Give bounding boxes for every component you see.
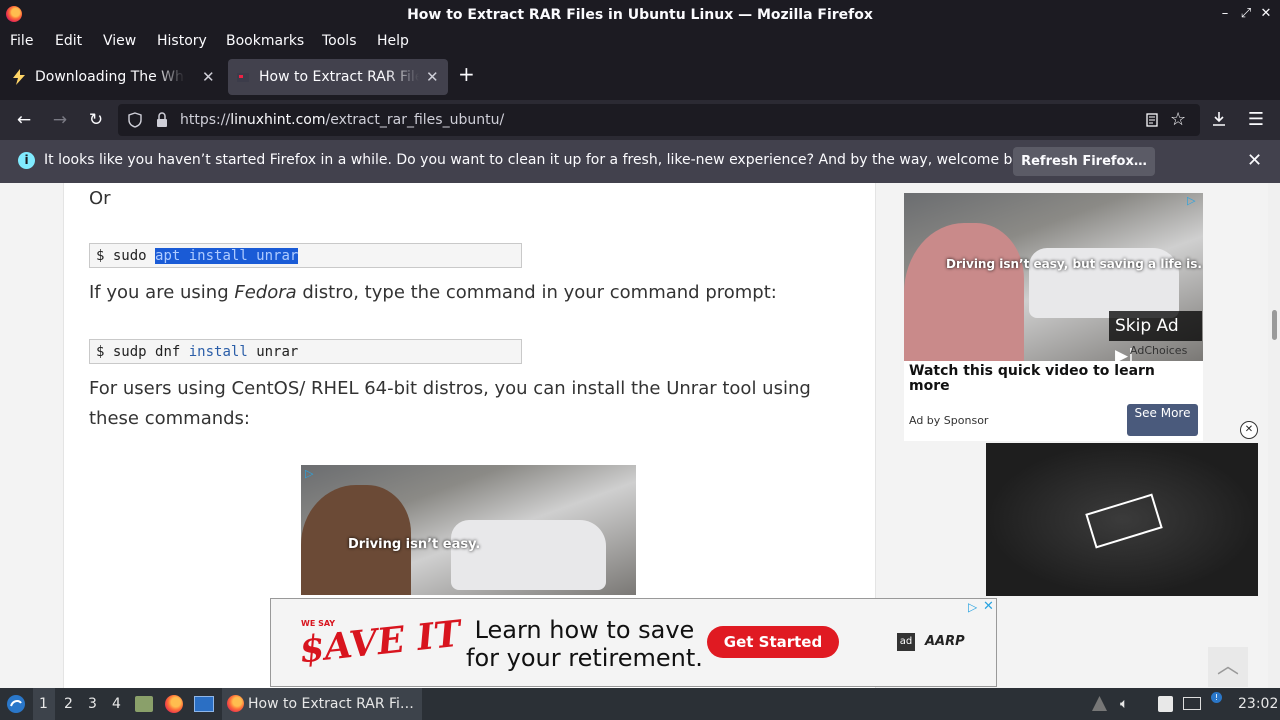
downloads-icon[interactable] xyxy=(1211,111,1227,127)
start-menu-icon[interactable] xyxy=(6,694,26,714)
adchoices-icon[interactable]: ▷ xyxy=(1187,194,1195,207)
centos-paragraph: For users using CentOS/ RHEL 64-bit dist… xyxy=(89,378,811,429)
car-image xyxy=(451,520,606,590)
scroll-to-top-button[interactable]: ︿ xyxy=(1208,647,1248,687)
url-bar[interactable]: https://linuxhint.com/extract_rar_files_… xyxy=(118,104,1200,136)
code-block-apt[interactable]: $ sudo apt install unrar xyxy=(89,243,522,268)
menu-edit[interactable]: Edit xyxy=(55,33,82,49)
code-keyword: install xyxy=(188,344,248,360)
tab-extract-rar[interactable]: How to Extract RAR Files in Ubuntu Linux… xyxy=(228,59,448,95)
workspace-4[interactable]: 4 xyxy=(112,696,121,712)
notification-tray-icon[interactable]: ! xyxy=(1211,692,1222,703)
sidebar-ad[interactable]: Driving isn’t easy, but saving a life is… xyxy=(904,193,1203,441)
menu-file[interactable]: File xyxy=(10,33,33,49)
close-window-button[interactable]: ✕ xyxy=(1257,5,1275,23)
url-text[interactable]: https://linuxhint.com/extract_rar_files_… xyxy=(180,112,504,128)
taskbar-firefox-window[interactable]: How to Extract RAR Fi… xyxy=(222,688,422,720)
workspace-2[interactable]: 2 xyxy=(64,696,73,712)
person-image xyxy=(904,223,1024,361)
code-command: sudp dnf xyxy=(112,344,181,360)
favicon-icon xyxy=(237,73,249,82)
tab-label: How to Extract RAR Files in Ubuntu Linux xyxy=(259,69,419,85)
floating-video-player[interactable] xyxy=(986,443,1258,596)
window-titlebar: How to Extract RAR Files in Ubuntu Linux… xyxy=(0,0,1280,29)
close-notification-icon[interactable]: ✕ xyxy=(1247,150,1262,171)
refresh-firefox-button[interactable]: Refresh Firefox… xyxy=(1013,147,1155,176)
close-ad-icon[interactable]: ✕ xyxy=(983,599,994,614)
lightning-icon xyxy=(13,69,25,85)
info-icon: i xyxy=(18,152,35,169)
menu-view[interactable]: View xyxy=(103,33,136,49)
clock[interactable]: 23:02 xyxy=(1238,696,1278,712)
taskbar-window-label: How to Extract RAR Fi… xyxy=(248,696,414,712)
network-tray-icon[interactable] xyxy=(1092,696,1107,711)
file-manager-icon[interactable] xyxy=(135,696,153,712)
adchoices-label[interactable]: AdChoices xyxy=(1130,344,1187,357)
tab-label: Downloading The White House xyxy=(35,69,185,85)
menu-history[interactable]: History xyxy=(157,33,207,49)
maximize-button[interactable]: ⤢ xyxy=(1237,5,1255,23)
aarp-logo: AARP xyxy=(925,634,965,649)
code-prompt: $ xyxy=(96,248,105,264)
minimize-button[interactable]: – xyxy=(1216,5,1234,23)
get-started-button[interactable]: Get Started xyxy=(707,626,839,658)
selected-code-text: apt install unrar xyxy=(155,248,299,264)
adchoices-icon[interactable]: ▷ xyxy=(305,467,313,480)
notification-message: It looks like you haven’t started Firefo… xyxy=(44,152,1043,168)
tab-close-icon[interactable]: ✕ xyxy=(426,68,439,86)
lock-icon[interactable] xyxy=(156,112,168,128)
close-video-icon[interactable]: ✕ xyxy=(1240,421,1258,439)
firefox-icon xyxy=(227,695,244,712)
display-icon[interactable] xyxy=(1183,697,1201,710)
code-argument: unrar xyxy=(256,344,299,360)
new-tab-button[interactable]: + xyxy=(458,62,475,86)
inline-ad-caption: Driving isn’t easy. xyxy=(348,537,481,552)
banner-headline: Learn how to save for your retirement. xyxy=(466,616,703,672)
code-block-dnf[interactable]: $ sudp dnf install unrar xyxy=(89,339,522,364)
menu-bookmarks[interactable]: Bookmarks xyxy=(226,33,304,49)
ad-mark-icon: ad xyxy=(897,633,915,651)
menu-tools[interactable]: Tools xyxy=(322,33,357,49)
volume-icon[interactable]: 🔈︎ xyxy=(1120,696,1128,712)
video-placeholder-icon xyxy=(1085,493,1163,549)
ad-byline: Ad by Sponsor xyxy=(909,414,989,427)
forward-icon[interactable]: → xyxy=(49,109,71,131)
tab-downloading[interactable]: Downloading The White House ✕ xyxy=(4,59,222,95)
code-command: sudo xyxy=(112,248,147,264)
navigation-toolbar: ← → ↻ https://linuxhint.com/extract_rar_… xyxy=(0,100,1280,140)
workspace-1[interactable]: 1 xyxy=(39,696,48,712)
hamburger-menu-icon[interactable]: ☰ xyxy=(1245,109,1267,131)
fedora-paragraph: If you are using Fedora distro, type the… xyxy=(89,282,777,303)
menu-help[interactable]: Help xyxy=(377,33,409,49)
page-scrollbar[interactable] xyxy=(1268,183,1280,688)
skip-ad-button[interactable]: Skip Ad ▶| xyxy=(1109,311,1202,366)
tab-strip: Downloading The White House ✕ How to Ext… xyxy=(0,54,1280,100)
inline-video-ad[interactable]: Driving isn’t easy. ▷ xyxy=(301,465,636,595)
ad-headline[interactable]: Watch this quick video to learn more xyxy=(909,364,1169,394)
clipboard-icon[interactable] xyxy=(1158,696,1173,712)
shield-icon[interactable] xyxy=(128,112,142,128)
bookmark-star-icon[interactable]: ☆ xyxy=(1170,109,1186,130)
adchoices-icon[interactable]: ▷ xyxy=(968,600,977,614)
or-text: Or xyxy=(89,188,111,209)
bottom-banner-ad[interactable]: WE SAY $AVE IT Learn how to save for you… xyxy=(270,598,997,687)
workspace-3[interactable]: 3 xyxy=(88,696,97,712)
reader-view-icon[interactable] xyxy=(1145,113,1159,127)
desktop-icon[interactable] xyxy=(194,696,214,712)
back-icon[interactable]: ← xyxy=(13,109,35,131)
see-more-button[interactable]: See More xyxy=(1127,404,1198,436)
menubar: File Edit View History Bookmarks Tools H… xyxy=(0,29,1280,54)
reload-icon[interactable]: ↻ xyxy=(85,109,107,131)
window-title: How to Extract RAR Files in Ubuntu Linux… xyxy=(407,7,873,23)
tab-close-icon[interactable]: ✕ xyxy=(202,68,215,86)
code-prompt: $ xyxy=(96,344,105,360)
taskbar: 1 2 3 4 How to Extract RAR Fi… 🔈︎ ! 23:0… xyxy=(0,688,1280,720)
notification-bar: i It looks like you haven’t started Fire… xyxy=(0,140,1280,184)
sidebar-ad-caption: Driving isn’t easy, but saving a life is… xyxy=(946,257,1202,271)
firefox-launcher-icon[interactable] xyxy=(165,695,183,713)
scrollbar-thumb[interactable] xyxy=(1272,310,1277,340)
